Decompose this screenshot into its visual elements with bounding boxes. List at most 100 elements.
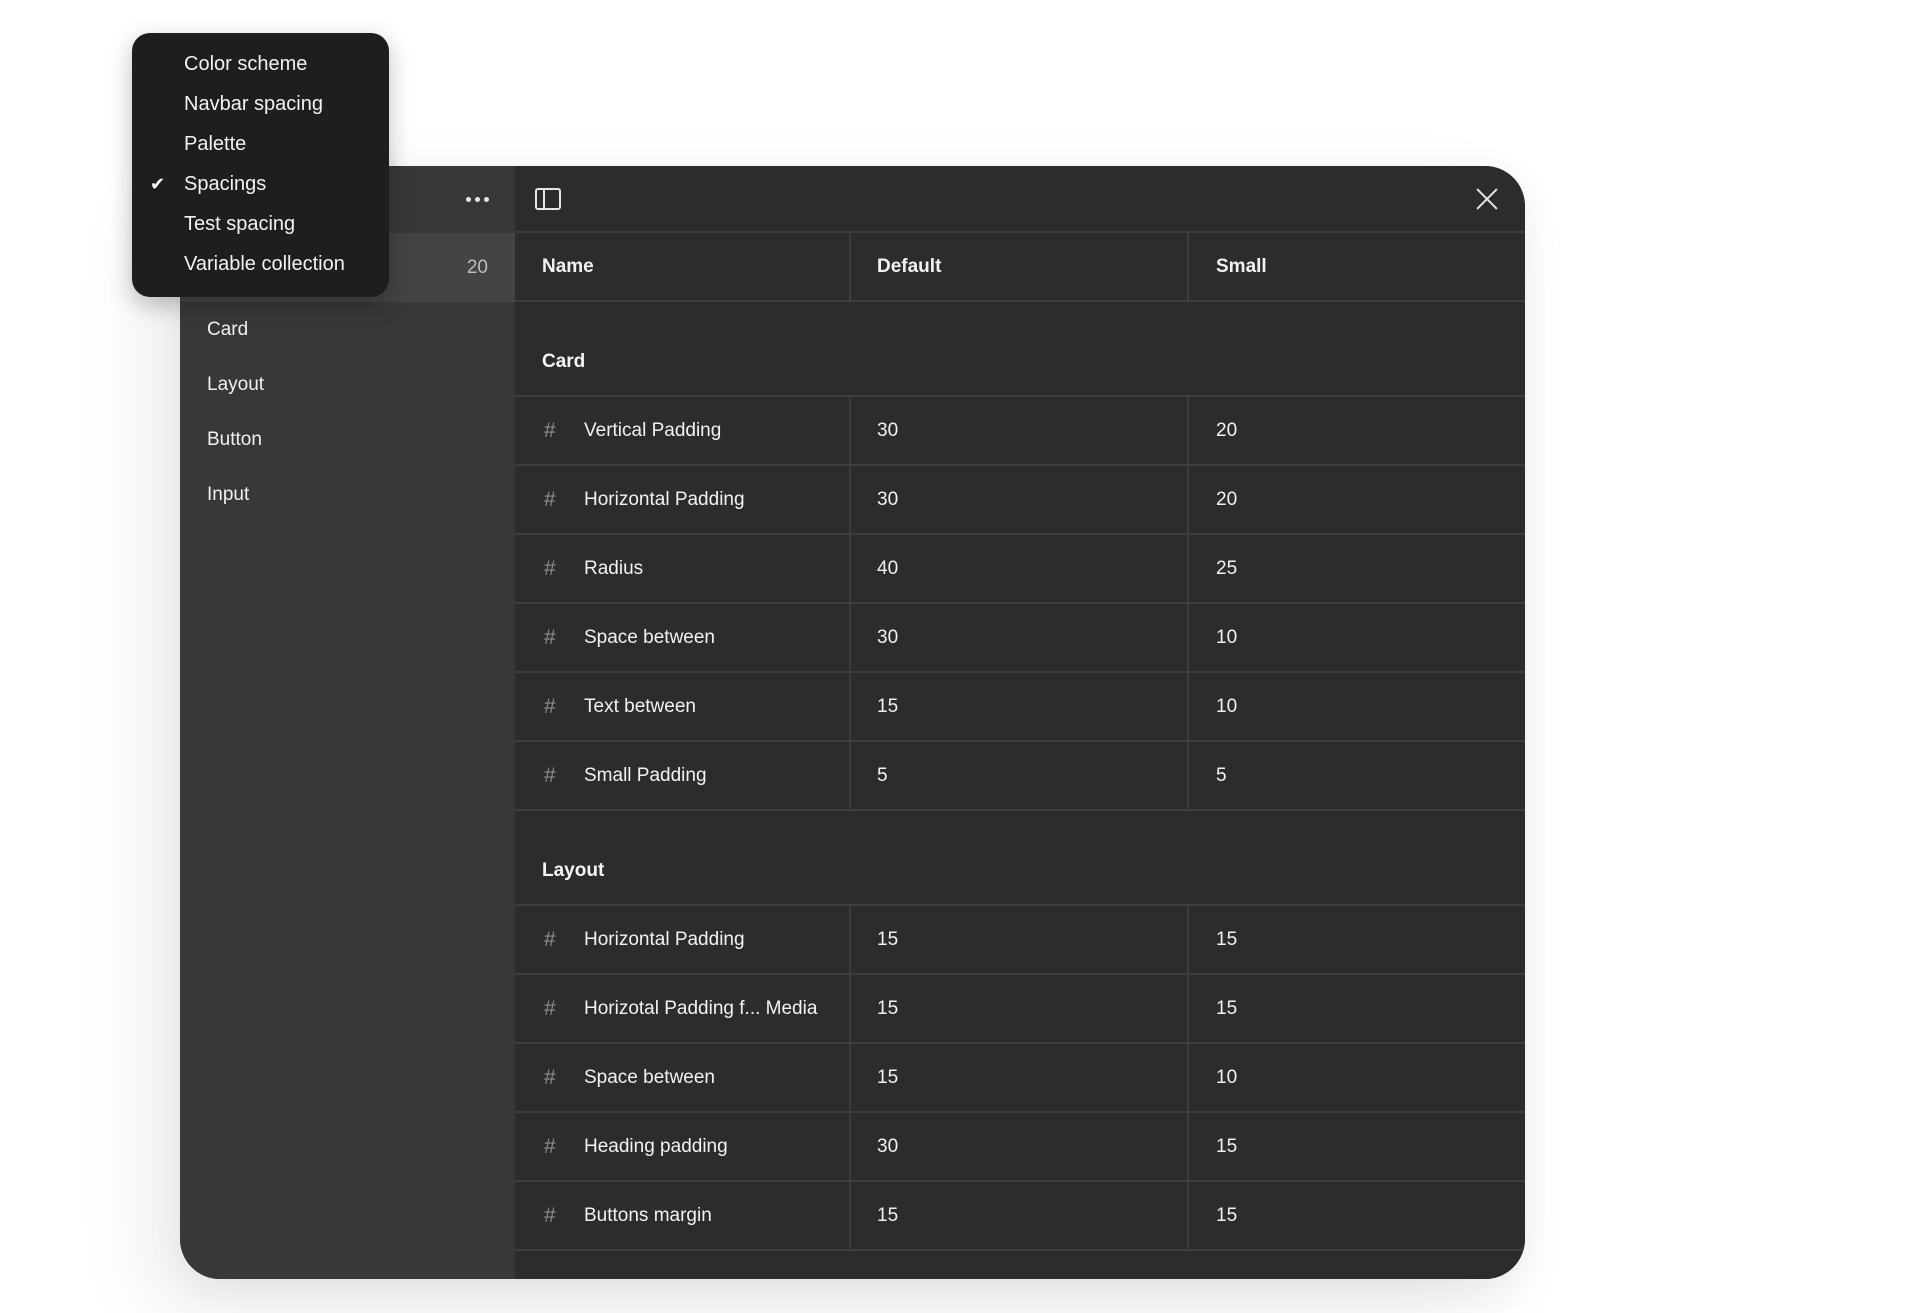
table-row[interactable]: # Small Padding 5 5 <box>515 742 1525 811</box>
small-value-cell[interactable]: 10 <box>1189 604 1525 671</box>
small-value-cell[interactable]: 20 <box>1189 466 1525 533</box>
menu-item-label: Color scheme <box>184 53 308 75</box>
small-value-cell[interactable]: 15 <box>1189 1182 1525 1249</box>
sidebar-item-layout[interactable]: Layout <box>180 357 515 412</box>
group-header-row: Card <box>515 302 1525 397</box>
number-type-icon: # <box>544 694 556 718</box>
number-type-icon: # <box>544 996 556 1020</box>
menu-item-color-scheme[interactable]: Color scheme <box>132 44 389 84</box>
menu-item-test-spacing[interactable]: Test spacing <box>132 204 389 244</box>
variable-name-cell[interactable]: # Horizotal Padding f... Media <box>515 975 851 1042</box>
small-value-cell[interactable]: 25 <box>1189 535 1525 602</box>
default-value-cell[interactable]: 30 <box>851 1113 1189 1180</box>
sidebar-item-input[interactable]: Input <box>180 467 515 522</box>
number-type-icon: # <box>544 1065 556 1089</box>
table-body: Card # Vertical Padding 30 20 # Horizontal Pad… <box>515 302 1525 1251</box>
variables-count: 20 <box>466 257 488 278</box>
variable-name-cell[interactable]: # Buttons margin <box>515 1182 851 1249</box>
variable-name: Buttons margin <box>584 1204 712 1226</box>
table-row[interactable]: # Space between 15 10 <box>515 1044 1525 1113</box>
sidebar-item-button[interactable]: Button <box>180 412 515 467</box>
default-value-cell[interactable]: 30 <box>851 397 1189 464</box>
variable-name-cell[interactable]: # Small Padding <box>515 742 851 809</box>
column-header-default[interactable]: Default <box>851 233 1189 300</box>
default-value-cell[interactable]: 15 <box>851 1044 1189 1111</box>
menu-item-label: Variable collection <box>184 253 345 275</box>
small-value-cell[interactable]: 15 <box>1189 906 1525 973</box>
close-icon[interactable] <box>1475 187 1499 211</box>
sidebar: 20 Card Layout Button Input <box>180 166 515 1279</box>
variable-name: Vertical Padding <box>584 419 722 441</box>
variable-name-cell[interactable]: # Space between <box>515 604 851 671</box>
menu-item-label: Test spacing <box>184 213 296 235</box>
variable-name-cell[interactable]: # Horizontal Padding <box>515 906 851 973</box>
sidebar-group-list: Card Layout Button Input <box>180 302 515 522</box>
default-value-cell[interactable]: 5 <box>851 742 1189 809</box>
variable-name-cell[interactable]: # Text between <box>515 673 851 740</box>
default-value-cell[interactable]: 15 <box>851 1182 1189 1249</box>
sidebar-toggle-icon[interactable] <box>535 188 561 210</box>
collection-dropdown-menu: Color scheme Navbar spacing Palette ✔ Spacin… <box>132 33 389 297</box>
menu-item-spacings[interactable]: ✔ Spacings <box>132 164 389 204</box>
column-header-small[interactable]: Small <box>1189 233 1525 300</box>
variable-name-cell[interactable]: # Horizontal Padding <box>515 466 851 533</box>
variable-name: Horizotal Padding f... Media <box>584 997 818 1019</box>
menu-item-label: Spacings <box>184 173 267 195</box>
table-row[interactable]: # Space between 30 10 <box>515 604 1525 673</box>
sidebar-item-card[interactable]: Card <box>180 302 515 357</box>
small-value-cell[interactable]: 20 <box>1189 397 1525 464</box>
variable-name: Small Padding <box>584 764 707 786</box>
main-content: Name Default Small Card # Vertical Padding… <box>515 166 1525 1279</box>
variables-table: Name Default Small Card # Vertical Padding… <box>515 233 1525 1251</box>
number-type-icon: # <box>544 625 556 649</box>
default-value-cell[interactable]: 30 <box>851 604 1189 671</box>
default-value-cell[interactable]: 15 <box>851 975 1189 1042</box>
number-type-icon: # <box>544 763 556 787</box>
group-title: Layout <box>542 860 605 881</box>
table-row[interactable]: # Radius 40 25 <box>515 535 1525 604</box>
menu-item-label: Palette <box>184 133 247 155</box>
small-value-cell[interactable]: 15 <box>1189 975 1525 1042</box>
small-value-cell[interactable]: 10 <box>1189 1044 1525 1111</box>
default-value-cell[interactable]: 40 <box>851 535 1189 602</box>
menu-item-variable-collection[interactable]: Variable collection <box>132 244 389 284</box>
number-type-icon: # <box>544 927 556 951</box>
default-value-cell[interactable]: 30 <box>851 466 1189 533</box>
variable-name-cell[interactable]: # Space between <box>515 1044 851 1111</box>
menu-item-label: Navbar spacing <box>184 93 323 115</box>
more-horizontal-icon <box>465 196 489 202</box>
menu-item-palette[interactable]: Palette <box>132 124 389 164</box>
variable-name: Heading padding <box>584 1135 728 1157</box>
default-value-cell[interactable]: 15 <box>851 673 1189 740</box>
number-type-icon: # <box>544 1203 556 1227</box>
menu-item-navbar-spacing[interactable]: Navbar spacing <box>132 84 389 124</box>
variable-name: Horizontal Padding <box>584 488 745 510</box>
table-row[interactable]: # Horizontal Padding 15 15 <box>515 906 1525 975</box>
table-row[interactable]: # Heading padding 30 15 <box>515 1113 1525 1182</box>
number-type-icon: # <box>544 556 556 580</box>
small-value-cell[interactable]: 15 <box>1189 1113 1525 1180</box>
table-row[interactable]: # Horizotal Padding f... Media 15 15 <box>515 975 1525 1044</box>
more-options-button[interactable] <box>459 186 495 212</box>
number-type-icon: # <box>544 1134 556 1158</box>
number-type-icon: # <box>544 418 556 442</box>
group-title: Card <box>542 351 586 372</box>
variable-name-cell[interactable]: # Vertical Padding <box>515 397 851 464</box>
table-row[interactable]: # Buttons margin 15 15 <box>515 1182 1525 1251</box>
small-value-cell[interactable]: 10 <box>1189 673 1525 740</box>
column-header-name[interactable]: Name <box>515 233 851 300</box>
variable-name: Text between <box>584 695 696 717</box>
group-header-row: Layout <box>515 811 1525 906</box>
default-value-cell[interactable]: 15 <box>851 906 1189 973</box>
variable-name: Radius <box>584 557 644 579</box>
table-row[interactable]: # Text between 15 10 <box>515 673 1525 742</box>
variables-panel: 20 Card Layout Button Input Name Default… <box>180 166 1525 1279</box>
variable-name-cell[interactable]: # Heading padding <box>515 1113 851 1180</box>
small-value-cell[interactable]: 5 <box>1189 742 1525 809</box>
table-row[interactable]: # Horizontal Padding 30 20 <box>515 466 1525 535</box>
variable-name: Horizontal Padding <box>584 928 745 950</box>
number-type-icon: # <box>544 487 556 511</box>
variable-name-cell[interactable]: # Radius <box>515 535 851 602</box>
variable-name: Space between <box>584 1066 715 1088</box>
table-row[interactable]: # Vertical Padding 30 20 <box>515 397 1525 466</box>
